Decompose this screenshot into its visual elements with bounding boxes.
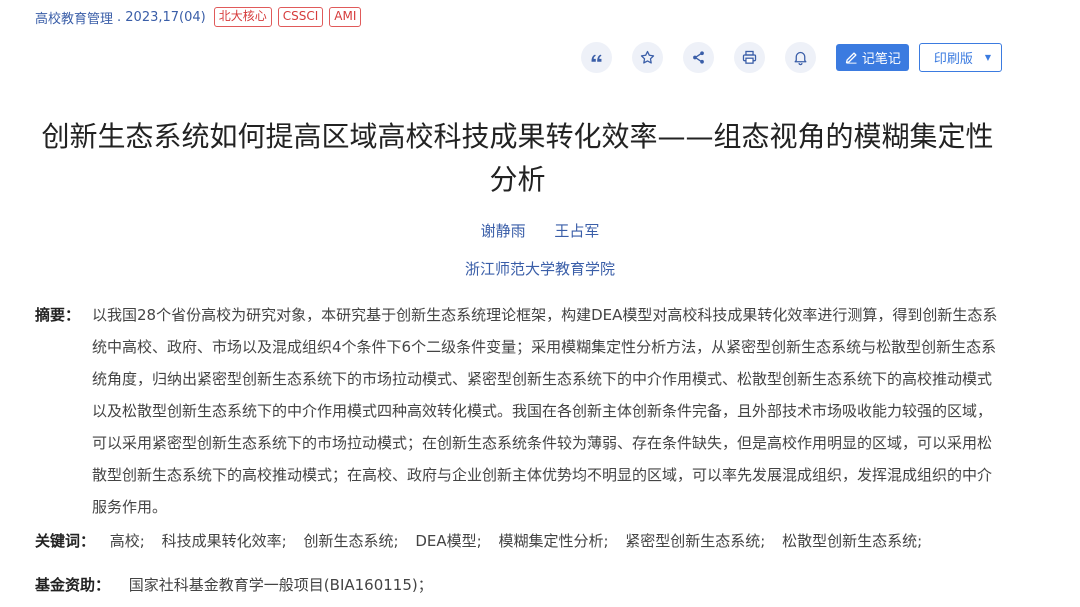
print-icon (742, 50, 756, 64)
funding-label: 基金资助： (35, 576, 111, 594)
share-icon (692, 51, 704, 64)
keyword-link[interactable]: 高校; (110, 532, 145, 550)
issue-date: . 2023,17(04) (117, 9, 206, 25)
tag-cssci: CSSCI (277, 7, 324, 27)
funding-section: 基金资助： 国家社科基金教育学一般项目(BIA160115)； (35, 574, 433, 595)
article-toolbar: 记笔记 印刷版 ▼ (580, 42, 1002, 73)
keyword-link[interactable]: 模糊集定性分析; (498, 532, 608, 550)
keyword-link[interactable]: 松散型创新生态系统; (782, 532, 922, 550)
quote-icon (591, 54, 602, 62)
take-note-label: 记笔记 (861, 52, 901, 67)
keyword-link[interactable]: DEA模型; (415, 532, 481, 550)
subscribe-button[interactable] (784, 42, 816, 73)
keyword-link[interactable]: 紧密型创新生态系统; (625, 532, 765, 550)
tag-pku-core: 北大核心 (213, 7, 272, 27)
caret-down-icon: ▼ (984, 53, 991, 62)
cite-button[interactable] (580, 42, 612, 73)
abstract-label: 摘要： (35, 306, 81, 324)
keyword-link[interactable]: 科技成果转化效率; (162, 532, 287, 550)
pencil-icon (845, 52, 857, 64)
favorite-button[interactable] (631, 42, 663, 73)
author-list: 谢静雨 王占军 (0, 220, 1080, 241)
journal-info: 高校教育管理 . 2023,17(04) 北大核心 CSSCI AMI (35, 6, 367, 28)
keyword-link[interactable]: 创新生态系统; (303, 532, 398, 550)
tag-ami: AMI (329, 7, 362, 27)
article-title: 创新生态系统如何提高区域高校科技成果转化效率——组态视角的模糊集定性分析 (41, 120, 994, 196)
star-icon (640, 50, 654, 64)
funding-link[interactable]: 国家社科基金教育学一般项目(BIA160115)； (129, 576, 433, 594)
take-note-button[interactable]: 记笔记 (835, 44, 909, 71)
journal-name-link[interactable]: 高校教育管理 (35, 8, 113, 27)
abstract-text: 以我国28个省份高校为研究对象，本研究基于创新生态系统理论框架，构建DEA模型对… (92, 306, 998, 516)
print-version-label: 印刷版 (933, 52, 973, 67)
keywords-section: 关键词： 高校; 科技成果转化效率; 创新生态系统; DEA模型; 模糊集定性分… (35, 530, 1035, 551)
share-button[interactable] (682, 42, 714, 73)
bell-icon (794, 51, 807, 66)
abstract-section: 摘要： 以我国28个省份高校为研究对象，本研究基于创新生态系统理论框架，构建DE… (35, 299, 1005, 523)
affiliation-link[interactable]: 浙江师范大学教育学院 (0, 258, 1080, 279)
print-version-dropdown[interactable]: 印刷版 ▼ (918, 43, 1002, 72)
keywords-label: 关键词： (35, 532, 96, 550)
author-link[interactable]: 王占军 (554, 222, 599, 240)
print-icon-button[interactable] (733, 42, 765, 73)
author-link[interactable]: 谢静雨 (481, 222, 526, 240)
